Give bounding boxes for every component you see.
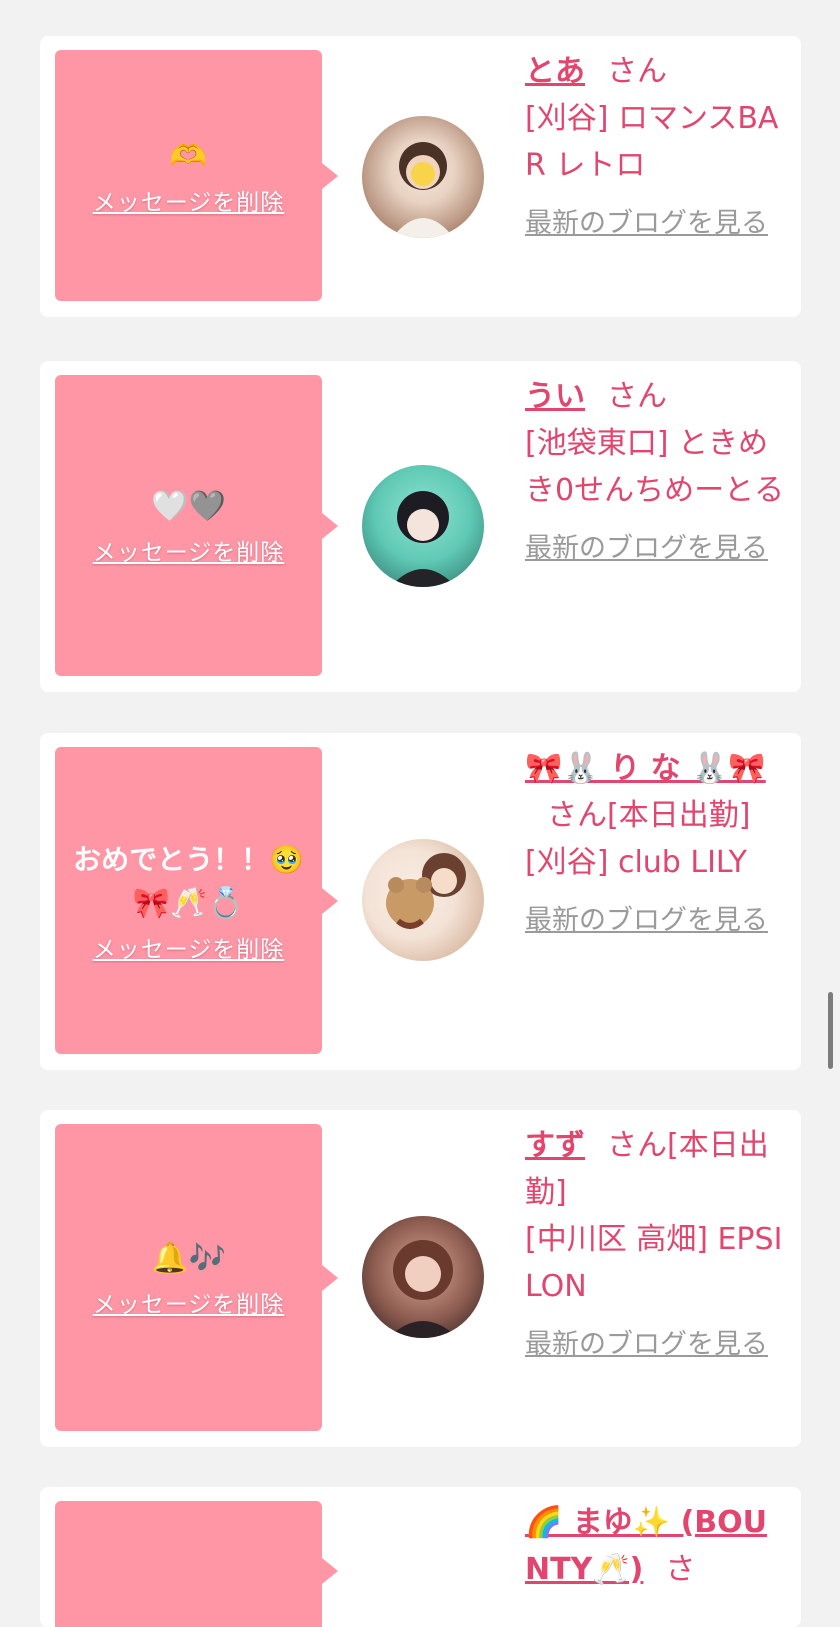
message-emoji: 🎀🥂💍 <box>132 885 245 921</box>
message-bubble: 🤍🩶 メッセージを削除 <box>55 375 338 676</box>
honorific: さん <box>607 54 667 89</box>
cast-name-link[interactable]: 🎀🐰 り な 🐰🎀 <box>525 751 766 786</box>
message-emoji: 🫶 <box>169 138 208 174</box>
latest-blog-link[interactable]: 最新のブログを見る <box>525 526 787 572</box>
avatar[interactable] <box>362 116 484 238</box>
message-emoji: 🔔🎶 <box>151 1240 226 1276</box>
avatar-photo <box>390 491 456 587</box>
cast-info: 🌈 まゆ✨ (BOUNTY🥂) さ <box>525 1499 787 1593</box>
cast-name-link[interactable]: すず <box>525 1128 585 1163</box>
message-bubble: 🔔🎶 メッセージを削除 <box>55 1124 338 1431</box>
delete-message-link[interactable]: メッセージを削除 <box>93 533 285 567</box>
cast-info: うい さん [池袋東口] ときめき0せんちめーとる 最新のブログを見る <box>525 373 787 572</box>
message-bubble: おめでとう！！🥹 🎀🥂💍 メッセージを削除 <box>55 747 338 1054</box>
shop-name: [中川区 高畑] EPSILON <box>525 1222 783 1304</box>
avatar-photo <box>388 1240 458 1338</box>
avatar[interactable] <box>362 1216 484 1338</box>
cast-info: すず さん[本日出勤] [中川区 高畑] EPSILON 最新のブログを見る <box>525 1122 787 1368</box>
message-card: 🫶 メッセージを削除 とあ さん [刈谷] ロマンスBAR レトロ 最新のブログを… <box>40 36 801 317</box>
honorific: さん <box>607 1128 667 1163</box>
avatar-photo <box>392 142 454 238</box>
avatar[interactable] <box>362 839 484 961</box>
latest-blog-link[interactable]: 最新のブログを見る <box>525 898 787 944</box>
shop-name: [池袋東口] ときめき0せんちめーとる <box>525 426 785 508</box>
cast-info: 🎀🐰 り な 🐰🎀 さん[本日出勤] [刈谷] club LILY 最新のブログを… <box>525 745 787 944</box>
cast-name-link[interactable]: うい <box>525 379 585 414</box>
message-bubble <box>55 1501 338 1627</box>
avatar-photo <box>386 853 466 929</box>
message-card: おめでとう！！🥹 🎀🥂💍 メッセージを削除 🎀🐰 り な 🐰🎀 さん[本日出勤] … <box>40 733 801 1070</box>
delete-message-link[interactable]: メッセージを削除 <box>93 183 285 217</box>
honorific: さ <box>665 1552 696 1587</box>
message-bubble: 🫶 メッセージを削除 <box>55 50 338 301</box>
delete-message-link[interactable]: メッセージを削除 <box>93 930 285 964</box>
honorific: さん <box>547 798 607 833</box>
shop-name: [刈谷] club LILY <box>525 845 747 880</box>
message-text: おめでとう！！🥹 <box>73 842 304 876</box>
latest-blog-link[interactable]: 最新のブログを見る <box>525 1322 787 1368</box>
honorific: さん <box>607 379 667 414</box>
shop-name: [刈谷] ロマンスBAR レトロ <box>525 101 779 183</box>
message-card: 🌈 まゆ✨ (BOUNTY🥂) さ <box>40 1487 801 1627</box>
latest-blog-link[interactable]: 最新のブログを見る <box>525 201 787 247</box>
cast-name-link[interactable]: とあ <box>525 54 585 89</box>
cast-info: とあ さん [刈谷] ロマンスBAR レトロ 最新のブログを見る <box>525 48 787 247</box>
delete-message-link[interactable]: メッセージを削除 <box>93 1285 285 1319</box>
message-emoji: 🤍🩶 <box>151 488 226 524</box>
cast-name-link[interactable]: 🌈 まゆ✨ (BOUNTY🥂) <box>525 1505 767 1587</box>
avatar[interactable] <box>362 465 484 587</box>
message-card: 🤍🩶 メッセージを削除 うい さん [池袋東口] ときめき0せんちめーとる 最新の… <box>40 361 801 692</box>
scrollbar-thumb[interactable] <box>828 992 833 1069</box>
message-card: 🔔🎶 メッセージを削除 すず さん[本日出勤] [中川区 高畑] EPSILON … <box>40 1110 801 1447</box>
work-status: [本日出勤] <box>607 798 751 833</box>
